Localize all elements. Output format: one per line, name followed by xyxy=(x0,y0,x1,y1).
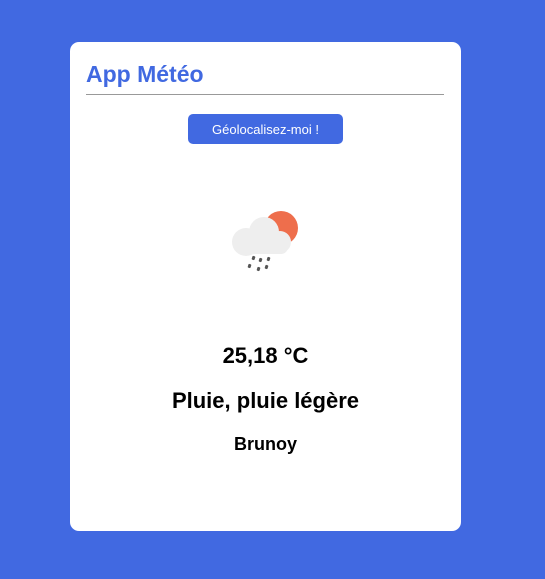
city-name: Brunoy xyxy=(234,434,297,454)
title-divider xyxy=(86,94,444,95)
rain-drops xyxy=(247,255,271,272)
sun-cloud-rain-icon xyxy=(226,206,306,286)
weather-card: App Météo Géolocalisez-moi ! 25,18 °C Pl… xyxy=(70,42,461,531)
geolocate-button[interactable]: Géolocalisez-moi ! xyxy=(188,114,343,144)
temperature-value: 25,18 °C xyxy=(222,343,309,368)
weather-description: Pluie, pluie légère xyxy=(171,388,360,413)
app-title: App Météo xyxy=(86,61,204,87)
